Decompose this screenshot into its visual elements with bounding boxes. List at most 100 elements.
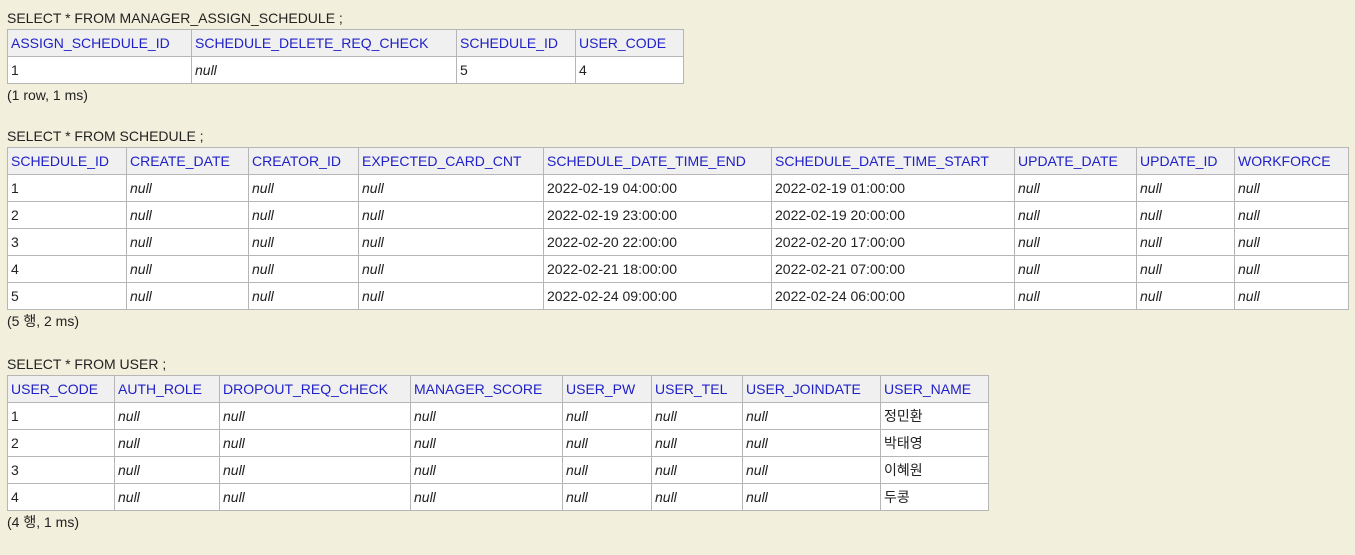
table-cell: 1 <box>7 174 127 202</box>
table-cell: null <box>1136 174 1235 202</box>
table-cell: null <box>126 282 249 310</box>
table-row: 5 null null null 2022-02-24 09:00:00 202… <box>7 282 1349 310</box>
column-header[interactable]: USER_NAME <box>880 375 989 403</box>
table-cell: null <box>358 201 544 229</box>
result-table: SCHEDULE_ID CREATE_DATE CREATOR_ID EXPEC… <box>7 147 1349 310</box>
table-cell: null <box>219 402 411 430</box>
table-cell: null <box>562 402 652 430</box>
table-cell: 이혜원 <box>880 456 989 484</box>
column-header[interactable]: EXPECTED_CARD_CNT <box>358 147 544 175</box>
table-cell: null <box>1136 228 1235 256</box>
table-cell: null <box>219 483 411 511</box>
result-status: (5 행, 2 ms) <box>7 313 79 329</box>
column-header[interactable]: SCHEDULE_ID <box>7 147 127 175</box>
table-cell: null <box>114 483 220 511</box>
table-cell: null <box>191 56 457 84</box>
table-cell: null <box>126 174 249 202</box>
table-cell: null <box>410 456 563 484</box>
header-row: SCHEDULE_ID CREATE_DATE CREATOR_ID EXPEC… <box>7 147 1349 175</box>
table-cell: 3 <box>7 228 127 256</box>
table-cell: null <box>126 228 249 256</box>
table-cell: null <box>410 483 563 511</box>
column-header[interactable]: SCHEDULE_DELETE_REQ_CHECK <box>191 29 457 57</box>
result-table: ASSIGN_SCHEDULE_ID SCHEDULE_DELETE_REQ_C… <box>7 29 684 84</box>
column-header[interactable]: USER_TEL <box>651 375 743 403</box>
table-cell: 박태영 <box>880 429 989 457</box>
table-cell: null <box>742 483 881 511</box>
table-cell: null <box>126 201 249 229</box>
table-row: 3 null null null null null null 이혜원 <box>7 456 989 484</box>
column-header[interactable]: USER_PW <box>562 375 652 403</box>
table-cell: 2022-02-19 20:00:00 <box>771 201 1015 229</box>
table-cell: 2022-02-20 17:00:00 <box>771 228 1015 256</box>
column-header[interactable]: SCHEDULE_DATE_TIME_END <box>543 147 772 175</box>
table-cell: 2022-02-21 07:00:00 <box>771 255 1015 283</box>
table-cell: null <box>1234 228 1349 256</box>
header-row: USER_CODE AUTH_ROLE DROPOUT_REQ_CHECK MA… <box>7 375 989 403</box>
table-cell: null <box>410 429 563 457</box>
table-row: 1 null null null 2022-02-19 04:00:00 202… <box>7 174 1349 202</box>
table-cell: null <box>1234 255 1349 283</box>
table-row: 1 null null null null null null 정민환 <box>7 402 989 430</box>
table-cell: null <box>358 228 544 256</box>
table-cell: null <box>248 228 359 256</box>
table-cell: 2022-02-19 04:00:00 <box>543 174 772 202</box>
result-table: USER_CODE AUTH_ROLE DROPOUT_REQ_CHECK MA… <box>7 375 989 511</box>
table-cell: null <box>1234 201 1349 229</box>
column-header[interactable]: SCHEDULE_ID <box>456 29 576 57</box>
table-cell: 4 <box>575 56 684 84</box>
table-cell: null <box>1136 201 1235 229</box>
query-text: SELECT * FROM SCHEDULE ; <box>7 128 204 144</box>
table-cell: null <box>742 429 881 457</box>
table-cell: null <box>1014 174 1137 202</box>
table-cell: 2022-02-24 09:00:00 <box>543 282 772 310</box>
table-cell: null <box>358 174 544 202</box>
column-header[interactable]: WORKFORCE <box>1234 147 1349 175</box>
result-status: (4 행, 1 ms) <box>7 514 79 530</box>
table-cell: null <box>562 483 652 511</box>
table-cell: null <box>651 456 743 484</box>
table-cell: null <box>1014 228 1137 256</box>
table-cell: 4 <box>7 255 127 283</box>
column-header[interactable]: ASSIGN_SCHEDULE_ID <box>7 29 192 57</box>
result-status: (1 row, 1 ms) <box>7 87 88 103</box>
column-header[interactable]: CREATOR_ID <box>248 147 359 175</box>
table-row: 4 null null null null null null 두콩 <box>7 483 989 511</box>
column-header[interactable]: UPDATE_DATE <box>1014 147 1137 175</box>
table-cell: null <box>219 429 411 457</box>
column-header[interactable]: USER_JOINDATE <box>742 375 881 403</box>
table-cell: 두콩 <box>880 483 989 511</box>
query-text: SELECT * FROM MANAGER_ASSIGN_SCHEDULE ; <box>7 10 343 26</box>
table-cell: 2 <box>7 201 127 229</box>
column-header[interactable]: DROPOUT_REQ_CHECK <box>219 375 411 403</box>
table-cell: null <box>1014 201 1137 229</box>
table-row: 2 null null null 2022-02-19 23:00:00 202… <box>7 201 1349 229</box>
table-cell: 1 <box>7 402 115 430</box>
column-header[interactable]: SCHEDULE_DATE_TIME_START <box>771 147 1015 175</box>
table-row: 2 null null null null null null 박태영 <box>7 429 989 457</box>
column-header[interactable]: AUTH_ROLE <box>114 375 220 403</box>
column-header[interactable]: USER_CODE <box>7 375 115 403</box>
table-cell: 5 <box>456 56 576 84</box>
table-cell: null <box>358 282 544 310</box>
table-cell: null <box>248 201 359 229</box>
column-header[interactable]: USER_CODE <box>575 29 684 57</box>
table-cell: 2022-02-24 06:00:00 <box>771 282 1015 310</box>
table-cell: null <box>1234 174 1349 202</box>
result-block-schedule: SELECT * FROM SCHEDULE ; SCHEDULE_ID CRE… <box>7 127 1349 332</box>
table-cell: 3 <box>7 456 115 484</box>
column-header[interactable]: UPDATE_ID <box>1136 147 1235 175</box>
table-cell: null <box>651 402 743 430</box>
table-cell: 2022-02-20 22:00:00 <box>543 228 772 256</box>
table-cell: null <box>114 402 220 430</box>
table-cell: null <box>1136 282 1235 310</box>
table-cell: 정민환 <box>880 402 989 430</box>
table-cell: null <box>651 429 743 457</box>
table-cell: 2022-02-19 23:00:00 <box>543 201 772 229</box>
table-cell: null <box>1136 255 1235 283</box>
table-cell: null <box>742 402 881 430</box>
table-cell: null <box>1234 282 1349 310</box>
table-cell: null <box>248 255 359 283</box>
column-header[interactable]: CREATE_DATE <box>126 147 249 175</box>
column-header[interactable]: MANAGER_SCORE <box>410 375 563 403</box>
